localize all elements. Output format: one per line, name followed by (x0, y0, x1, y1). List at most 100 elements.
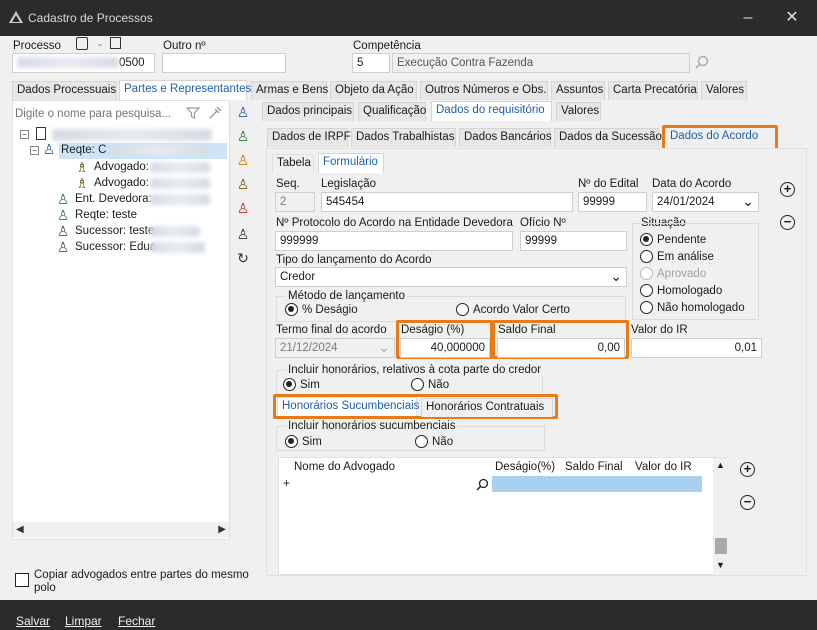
scroll-down-icon[interactable]: ▼ (716, 560, 725, 570)
outro-input[interactable] (162, 53, 286, 73)
note-icon[interactable] (110, 37, 121, 49)
saldo-input[interactable]: 0,00 (497, 338, 625, 358)
add-lawyer-icon[interactable]: ♙ (235, 152, 251, 170)
add-requerente-icon[interactable]: ♙ (235, 104, 251, 122)
tab-dados-bancarios[interactable]: Dados Bancários (459, 128, 552, 147)
oficio-input[interactable]: 99999 (520, 231, 627, 251)
situacao-homologado-radio[interactable]: Homologado (640, 284, 722, 297)
ir-label: Valor do IR (631, 324, 688, 336)
incluir-hon-sim-radio[interactable]: Sim (283, 378, 320, 391)
tree-item-ent-devedora[interactable]: Ent. Devedora: (75, 193, 152, 205)
search-icon[interactable] (695, 55, 709, 69)
tab-honorarios-sucumbenciais[interactable]: Honorários Sucumbenciais (277, 397, 419, 416)
chevron-down-icon[interactable]: ⌄ (742, 193, 754, 210)
desagio-input[interactable]: 40,000000 (400, 338, 490, 358)
data-acordo-picker[interactable]: 24/01/2024 ⌄ (652, 192, 759, 212)
processo-input[interactable]: 0500 (12, 53, 155, 73)
search-icon[interactable] (476, 478, 489, 491)
tab-dados-sucessao[interactable]: Dados da Sucessão (554, 128, 662, 147)
swap-party-icon[interactable]: ↻ (235, 250, 251, 268)
scrollbar-thumb[interactable] (715, 538, 727, 554)
close-button[interactable]: ✕ (782, 8, 802, 28)
tab-qualificacao[interactable]: Qualificação (358, 102, 426, 121)
tree-item-sucessor-edua[interactable]: Sucessor: Edua (75, 241, 156, 253)
footer-bar: Salvar Limpar Fechar (0, 600, 817, 630)
clear-filter-icon[interactable] (208, 106, 222, 120)
incluir-suc-sim-radio[interactable]: Sim (285, 435, 322, 448)
competencia-num-input[interactable]: 5 (352, 53, 390, 73)
tree-collapse-icon[interactable]: − (20, 130, 29, 139)
tab-valores-parte[interactable]: Valores (556, 102, 601, 121)
incluir-hon-nao-radio[interactable]: Não (411, 378, 449, 391)
scroll-right-icon[interactable]: ▶ (218, 524, 226, 535)
tab-assuntos[interactable]: Assuntos (551, 81, 605, 100)
grid-vertical-scrollbar[interactable]: ▲ ▼ (713, 458, 729, 575)
tab-formulario[interactable]: Formulário (318, 153, 384, 173)
add-lawyer-alt-icon[interactable]: ♙ (235, 176, 251, 194)
minimize-button[interactable]: – (738, 8, 758, 28)
tab-dados-trabalhistas[interactable]: Dados Trabalhistas (351, 128, 456, 147)
ir-input[interactable]: 0,01 (631, 338, 762, 358)
tab-carta-precatoria[interactable]: Carta Precatória (608, 81, 698, 100)
scroll-left-icon[interactable]: ◀ (16, 524, 24, 535)
remove-lawyer-row-icon[interactable]: − (740, 495, 755, 510)
saldo-label: Saldo Final (498, 324, 556, 336)
tab-dados-irpf[interactable]: Dados de IRPF (267, 128, 351, 147)
tree-item-advogado[interactable]: Advogado: (94, 177, 149, 189)
tree-item-sucessor-teste[interactable]: Sucessor: teste (75, 225, 154, 237)
protocolo-input[interactable]: 999999 (275, 231, 513, 251)
metodo-valor-certo-radio[interactable]: Acordo Valor Certo (456, 303, 570, 316)
new-process-icon[interactable] (76, 37, 88, 50)
add-lawyer-row-icon[interactable]: + (740, 462, 755, 477)
chevron-down-icon[interactable]: ⌄ (96, 38, 104, 49)
tab-dados-principais[interactable]: Dados principais (262, 102, 354, 121)
add-circle-icon[interactable]: + (780, 182, 795, 197)
tab-tabela[interactable]: Tabela (272, 154, 314, 173)
tab-armas-bens[interactable]: Armas e Bens (251, 81, 328, 100)
person-icon: ♙ (42, 141, 56, 157)
add-other-party-icon[interactable]: ♙ (235, 200, 251, 218)
seq-field: 2 (275, 192, 315, 212)
new-row-plus-icon[interactable]: + (283, 476, 290, 490)
remove-circle-icon[interactable]: − (780, 215, 795, 230)
party-search-input[interactable] (13, 104, 179, 123)
termo-label: Termo final do acordo (276, 324, 387, 336)
edital-input[interactable]: 99999 (578, 192, 647, 212)
competencia-desc-field: Execução Contra Fazenda (392, 53, 690, 73)
tree-item-advogado[interactable]: Advogado: (94, 161, 149, 173)
desagio-label: Deságio (%) (401, 324, 465, 336)
tab-dados-processuais[interactable]: Dados Processuais (12, 81, 117, 100)
grid-col-ir: Valor do IR (635, 461, 692, 473)
metodo-desagio-radio[interactable]: % Deságio (285, 303, 358, 316)
tree-item-reqte-teste[interactable]: Reqte: teste (75, 209, 137, 221)
left-horizontal-scrollbar[interactable]: ◀ ▶ (13, 522, 229, 538)
oficio-label: Ofício Nº (520, 217, 566, 229)
situacao-nao-homologado-radio[interactable]: Não homologado (640, 301, 745, 314)
incluir-suc-nao-radio[interactable]: Não (415, 435, 453, 448)
situacao-aprovado-radio: Aprovado (640, 267, 706, 280)
legislacao-input[interactable]: 545454 (321, 192, 573, 212)
copy-lawyers-checkbox[interactable] (15, 573, 29, 587)
edital-label: Nº do Edital (578, 178, 639, 190)
tipo-select[interactable]: Credor ⌄ (275, 267, 627, 287)
tab-valores[interactable]: Valores (701, 81, 747, 100)
tree-collapse-icon[interactable]: − (30, 146, 39, 155)
chevron-down-icon[interactable]: ⌄ (610, 268, 622, 285)
filter-icon[interactable] (186, 106, 200, 120)
situacao-pendente-radio[interactable]: Pendente (640, 233, 706, 246)
grid-new-row-cells[interactable] (492, 476, 702, 492)
tree-item-reqte-selected[interactable]: Reqte: C (59, 143, 227, 159)
tab-partes-representantes[interactable]: Partes e Representantes (119, 80, 251, 100)
tab-honorarios-contratuais[interactable]: Honorários Contratuais (421, 398, 553, 417)
scroll-up-icon[interactable]: ▲ (716, 460, 725, 470)
tab-dados-requisitorio[interactable]: Dados do requisitório (431, 101, 552, 121)
situacao-em-analise-radio[interactable]: Em análise (640, 250, 714, 263)
remove-party-icon[interactable]: ♙ (235, 226, 251, 244)
grid-col-nome: Nome do Advogado (294, 461, 396, 473)
window-body: Processo ⌄ 0500 Outro nº Competência 5 E… (0, 36, 817, 600)
add-entity-icon[interactable]: ♙ (235, 128, 251, 146)
tab-objeto-acao[interactable]: Objeto da Ação (330, 81, 417, 100)
tab-outros-numeros[interactable]: Outros Números e Obs. (420, 81, 548, 100)
tab-dados-acordo[interactable]: Dados do Acordo (666, 128, 760, 147)
window-title: Cadastro de Processos (28, 11, 153, 25)
